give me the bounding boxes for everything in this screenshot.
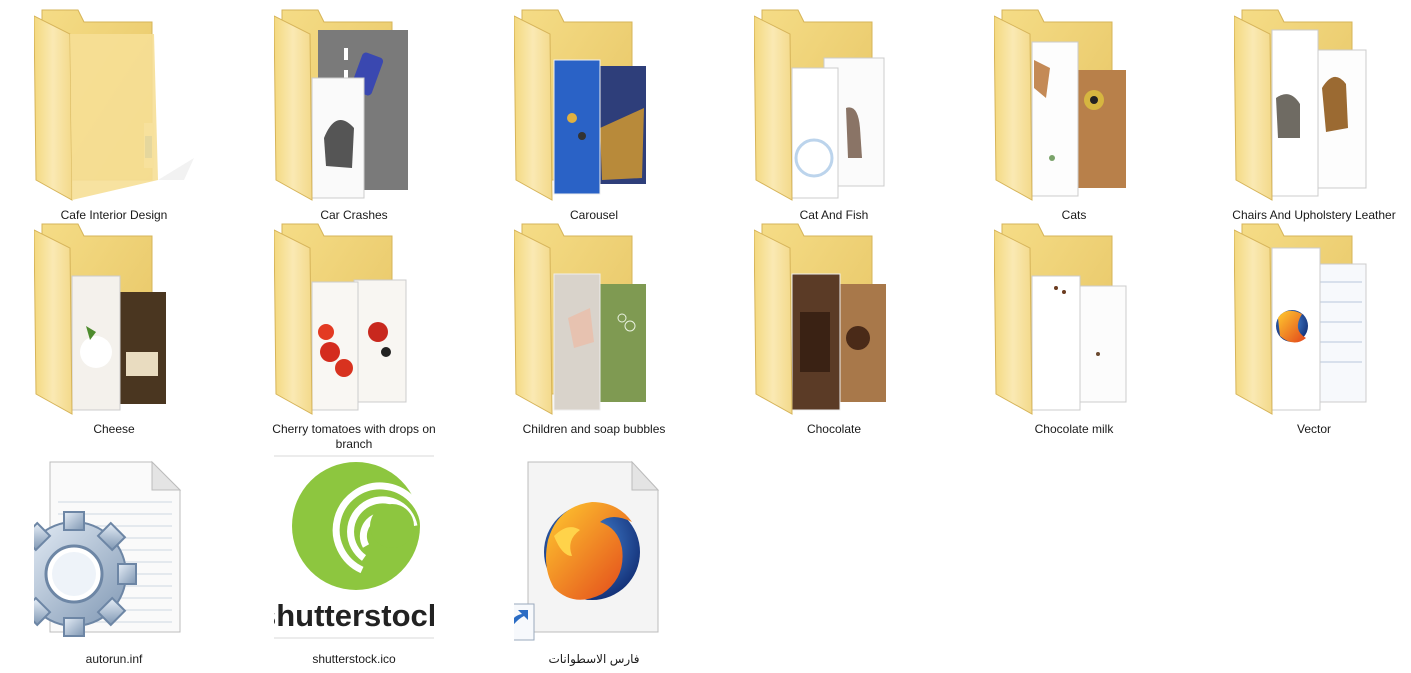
folder-chairs-and-upholstery-leather[interactable]: Chairs And Upholstery Leather: [1214, 8, 1411, 222]
shutterstock-logo-icon: shutterstock: [274, 452, 434, 648]
file-autorun-inf[interactable]: autorun.inf: [14, 452, 214, 666]
folder-chocolate[interactable]: Chocolate: [734, 222, 934, 436]
folder-children-and-soap-bubbles[interactable]: Children and soap bubbles: [494, 222, 694, 436]
item-label: shutterstock.ico: [312, 652, 396, 666]
item-label: Cherry tomatoes with drops on branch: [272, 422, 436, 451]
folder-car-crashes[interactable]: Car Crashes: [254, 8, 454, 222]
folder-chairs-icon: [1234, 8, 1394, 204]
shortcut-faris-alustuwanat[interactable]: فارس الاسطوانات: [494, 452, 694, 666]
folder-cat-and-fish[interactable]: Cat And Fish: [734, 8, 934, 222]
folder-bubbles-icon: [514, 222, 674, 418]
folder-cats[interactable]: Cats: [974, 8, 1174, 222]
folder-cafe-interior-design[interactable]: Cafe Interior Design: [14, 8, 214, 222]
folder-cats-icon: [994, 8, 1154, 204]
folder-cherry-tomatoes[interactable]: Cherry tomatoes with drops on branch: [254, 222, 454, 451]
folder-chocolate-milk-icon: [994, 222, 1154, 418]
logo-wordmark: shutterstock: [274, 598, 434, 633]
folder-cheese-icon: [34, 222, 194, 418]
folder-carousel[interactable]: Carousel: [494, 8, 694, 222]
folder-carousel-icon: [514, 8, 674, 204]
settings-file-gear-icon: [34, 452, 194, 648]
folder-vector-icon: [1234, 222, 1394, 418]
folder-chocolate-milk[interactable]: Chocolate milk: [974, 222, 1174, 436]
item-label: فارس الاسطوانات: [548, 652, 640, 666]
folder-tomatoes-icon: [274, 222, 434, 418]
folder-chocolate-icon: [754, 222, 914, 418]
item-label: Chocolate: [806, 422, 862, 436]
item-label: Cats: [1061, 208, 1087, 222]
item-label: Chairs And Upholstery Leather: [1232, 208, 1396, 222]
firefox-shortcut-icon: [514, 452, 674, 648]
item-label: autorun.inf: [85, 652, 143, 666]
folder-cat-and-fish-icon: [754, 8, 914, 204]
item-label: Cheese: [93, 422, 135, 436]
file-explorer-view: Cafe Interior Design Car Crashes Carouse…: [0, 0, 1411, 673]
folder-car-crashes-icon: [274, 8, 434, 204]
item-label: Chocolate milk: [1034, 422, 1114, 436]
file-shutterstock-ico[interactable]: shutterstock shutterstock.ico: [254, 452, 454, 666]
item-label: Car Crashes: [320, 208, 388, 222]
folder-cheese[interactable]: Cheese: [14, 222, 214, 436]
item-label: Cat And Fish: [799, 208, 869, 222]
item-label: Children and soap bubbles: [522, 422, 666, 436]
item-label: Carousel: [569, 208, 619, 222]
folder-vector[interactable]: Vector: [1214, 222, 1411, 436]
empty-folder-icon: [34, 8, 194, 204]
item-label: Vector: [1296, 422, 1332, 436]
item-label: Cafe Interior Design: [60, 208, 168, 222]
